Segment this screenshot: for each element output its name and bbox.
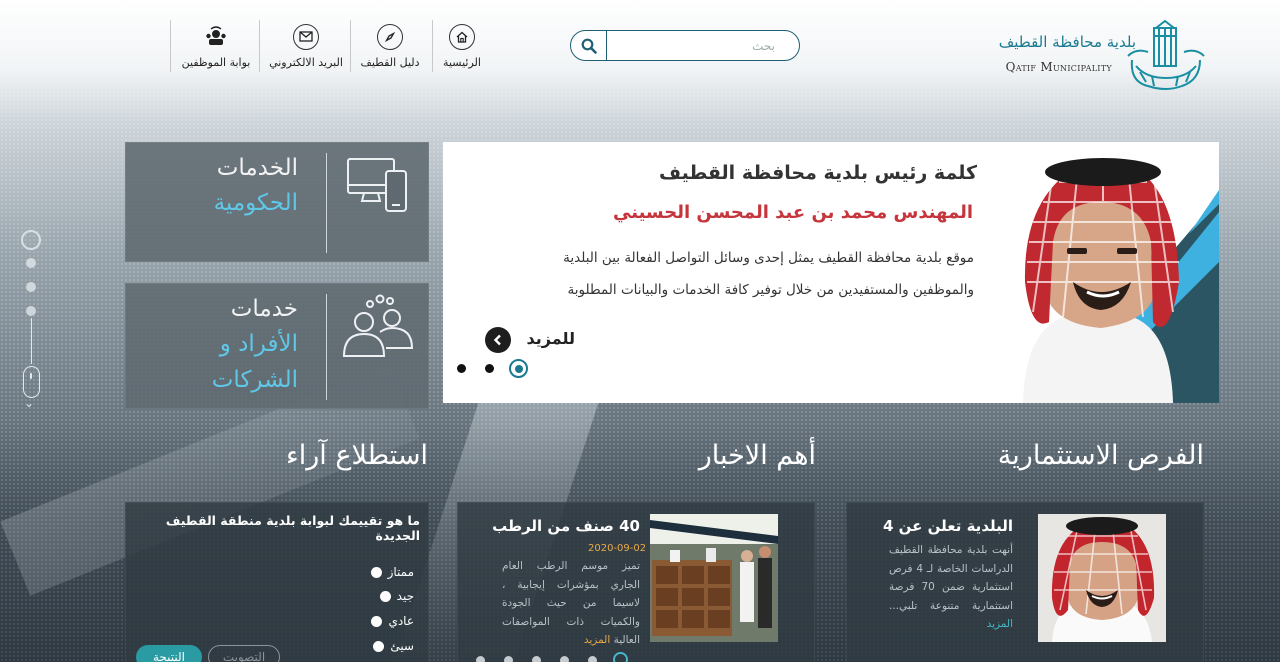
nav-guide-label: دليل القطيف [360, 56, 420, 69]
slider-more-label: للمزيد [526, 329, 575, 348]
section-nav-dot[interactable] [26, 258, 36, 268]
slider-dot-active[interactable] [509, 359, 528, 378]
mail-icon [293, 24, 319, 50]
tile-line2b: الشركات [211, 367, 298, 393]
poll-vote-button[interactable]: التصويت [208, 645, 280, 662]
individuals-business-text: خدمات الأفراد و الشركات [212, 292, 298, 398]
investment-card[interactable]: البلدية تعلن عن 4 أنهت بلدية محافظة القط… [846, 502, 1204, 662]
mayor-portrait [1023, 158, 1219, 403]
news-date: 2020-09-02 [588, 543, 647, 554]
site-header: بلدية محافظة القطيف Qatif Municipality ب… [0, 0, 1280, 100]
scroll-mouse-icon[interactable] [23, 366, 40, 398]
news-dot[interactable] [588, 656, 597, 662]
poll-card: ما هو تقييمك لبوابة بلدية منطقة القطيف ا… [125, 502, 429, 662]
tile-divider [326, 153, 327, 253]
news-more-link[interactable]: المزيد [584, 634, 610, 646]
news-heading: أهم الاخبار [698, 440, 816, 471]
section-nav-dot[interactable] [26, 306, 36, 316]
employees-icon [203, 24, 229, 50]
nav-employees-label: بوابة الموظفين [181, 56, 251, 69]
slider-dot[interactable] [457, 364, 466, 373]
poll-option-label: ممتاز [387, 565, 414, 579]
nav-email-label: البريد الالكتروني [269, 56, 343, 69]
radio-button[interactable] [373, 640, 385, 652]
search-box [570, 30, 800, 61]
news-pagination [476, 652, 636, 662]
news-body-text: تميز موسم الرطب العام الجاري بمؤشرات إيج… [502, 560, 640, 646]
compass-icon [377, 24, 403, 50]
search-input[interactable] [611, 33, 791, 58]
slider-pagination [455, 359, 545, 379]
poll-option-bad[interactable]: سيئ [373, 639, 414, 653]
nav-separator [350, 20, 351, 72]
slider-body: موقع بلدية محافظة القطيف يمثل إحدى وسائل… [474, 242, 974, 306]
news-title[interactable]: 40 صنف من الرطب [492, 517, 640, 535]
news-dot[interactable] [532, 656, 541, 662]
nav-qatif-guide[interactable]: دليل القطيف [352, 20, 428, 72]
search-icon [581, 38, 597, 54]
nav-home-label: الرئيسية [443, 56, 481, 69]
poll-heading: استطلاع آراء [286, 440, 428, 471]
logo-title-en: Qatif Municipality [1005, 60, 1112, 74]
search-button[interactable] [571, 31, 607, 60]
slider-title: كلمة رئيس بلدية محافظة القطيف [658, 162, 977, 184]
slider-subtitle: المهندس محمد بن عبد المحسن الحسيني [613, 202, 973, 223]
news-card[interactable]: 40 صنف من الرطب 2020-09-02 تميز موسم الر… [457, 502, 815, 662]
news-body: تميز موسم الرطب العام الجاري بمؤشرات إيج… [502, 557, 640, 650]
section-nav-ring[interactable] [21, 230, 41, 250]
slider-body-line2: والموظفين والمستفيدين من خلال توفير كافة… [567, 282, 974, 298]
poll-option-good[interactable]: جيد [379, 589, 414, 603]
nav-home[interactable]: الرئيسية [436, 20, 488, 72]
logo-title-ar: بلدية محافظة القطيف [998, 33, 1136, 51]
section-scroll-nav: ⌄ [18, 228, 48, 413]
news-image [650, 514, 778, 642]
nav-separator [432, 20, 433, 72]
poll-question: ما هو تقييمك لبوابة بلدية منطقة القطيف ا… [165, 513, 420, 543]
tile-line2a: الأفراد و [219, 331, 298, 357]
government-services-text: الخدمات الحكومية [214, 151, 298, 221]
individuals-business-tile[interactable]: خدمات الأفراد و الشركات [125, 283, 429, 409]
slider-more-link[interactable]: للمزيد [485, 326, 575, 354]
people-icon [342, 294, 414, 357]
slider-body-line1: موقع بلدية محافظة القطيف يمثل إحدى وسائل… [563, 250, 974, 266]
top-navigation: بوابة الموظفين البريد الالكتروني دليل ال… [170, 20, 490, 72]
government-services-tile[interactable]: الخدمات الحكومية [125, 142, 429, 262]
poll-result-button[interactable]: النتيجة [136, 645, 202, 662]
scroll-down-icon[interactable]: ⌄ [24, 396, 34, 410]
home-icon [449, 24, 475, 50]
investment-image [1038, 514, 1166, 642]
investment-title[interactable]: البلدية تعلن عن 4 [883, 517, 1013, 535]
tile-line1: خدمات [230, 296, 298, 322]
investment-body: أنهت بلدية محافظة القطيف الدراسات الخاصة… [889, 541, 1013, 634]
radio-button[interactable] [371, 615, 383, 627]
section-nav-dot[interactable] [26, 282, 36, 292]
chevron-left-icon [485, 327, 511, 353]
news-dot[interactable] [476, 656, 485, 662]
municipality-logo-icon[interactable] [1126, 20, 1206, 94]
nav-separator [170, 20, 171, 72]
nav-separator [259, 20, 260, 72]
tile-line2: الحكومية [213, 190, 298, 216]
hero-slider: كلمة رئيس بلدية محافظة القطيف المهندس مح… [443, 142, 1219, 403]
investments-heading: الفرص الاستثمارية [997, 440, 1204, 471]
news-dot-active[interactable] [613, 652, 628, 662]
news-dot[interactable] [560, 656, 569, 662]
investment-more-link[interactable]: المزيد [987, 618, 1013, 630]
radio-button[interactable] [379, 590, 391, 602]
tile-line1: الخدمات [216, 155, 298, 181]
poll-option-label: عادي [388, 614, 414, 628]
poll-option-average[interactable]: عادي [371, 614, 414, 628]
tile-divider [326, 294, 327, 400]
investment-body-text: أنهت بلدية محافظة القطيف الدراسات الخاصة… [889, 544, 1013, 612]
poll-option-label: سيئ [390, 639, 414, 653]
section-nav-line [31, 318, 32, 364]
poll-option-label: جيد [396, 589, 414, 603]
nav-employees-portal[interactable]: بوابة الموظفين [172, 20, 260, 72]
nav-email[interactable]: البريد الالكتروني [264, 20, 348, 72]
radio-button[interactable] [370, 566, 382, 578]
news-dot[interactable] [504, 656, 513, 662]
poll-option-excellent[interactable]: ممتاز [370, 565, 414, 579]
devices-icon [347, 158, 407, 212]
slider-dot[interactable] [485, 364, 494, 373]
